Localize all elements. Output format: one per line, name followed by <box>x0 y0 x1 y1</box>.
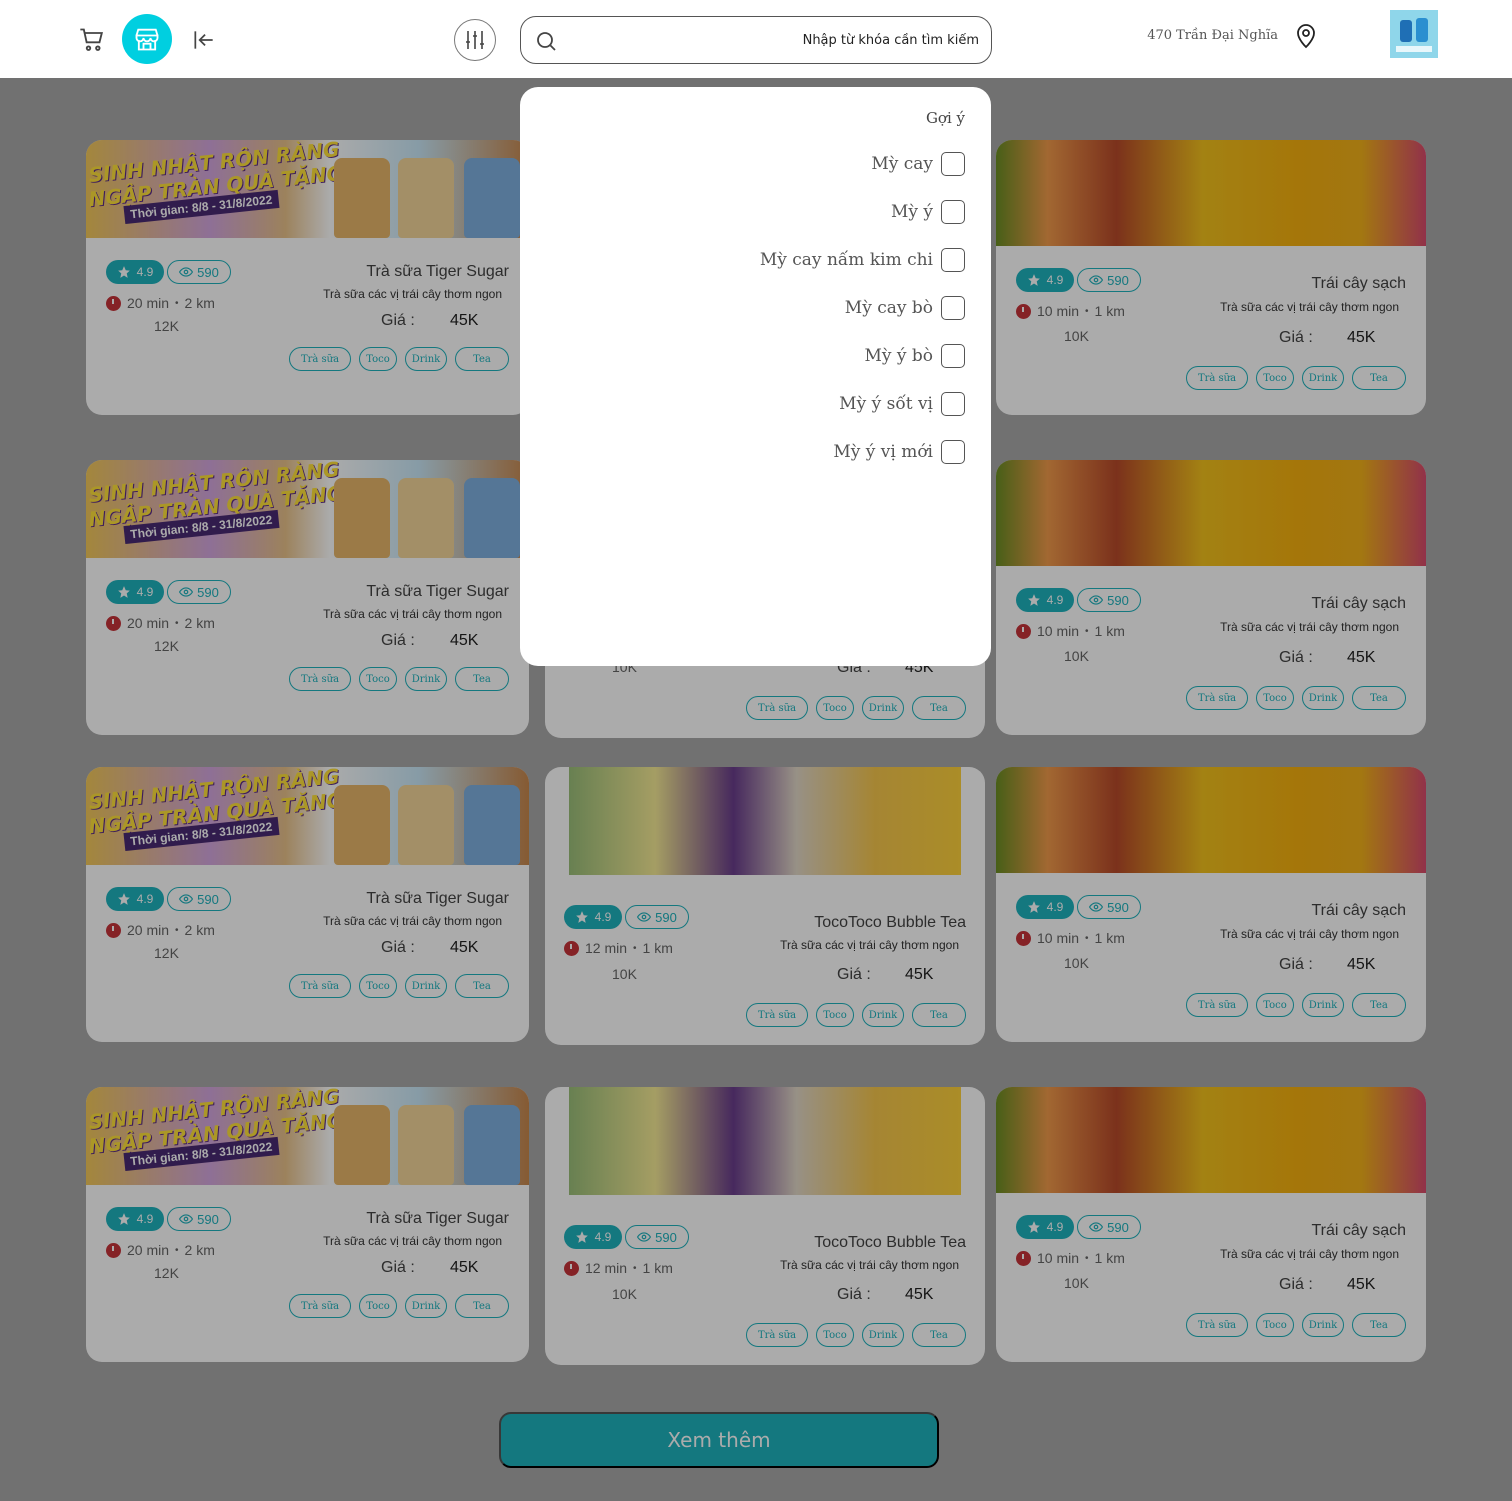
suggestion-label: Mỳ cay <box>871 154 933 174</box>
cart-icon[interactable] <box>76 24 108 56</box>
top-header: 470 Trần Đại Nghĩa <box>0 0 1512 78</box>
suggestion-label: Mỳ ý bò <box>864 346 933 366</box>
suggestion-dropdown: Gợi ý Mỳ cay Mỳ ý Mỳ cay nấm kim chi Mỳ cay… <box>520 87 991 666</box>
suggestion-label: Mỳ cay nấm kim chi <box>759 250 933 270</box>
suggestion-item[interactable]: Mỳ ý <box>891 200 965 224</box>
location-pin-icon[interactable] <box>1292 22 1320 50</box>
suggestion-title: Gợi ý <box>925 109 965 127</box>
search-input[interactable] <box>571 25 979 55</box>
suggestion-label: Mỳ ý vị mới <box>833 442 933 462</box>
suggestion-checkbox[interactable] <box>941 248 965 272</box>
avatar[interactable] <box>1390 10 1438 58</box>
store-icon[interactable] <box>122 14 172 64</box>
filter-icon[interactable] <box>454 19 496 61</box>
suggestion-checkbox[interactable] <box>941 296 965 320</box>
suggestion-item[interactable]: Mỳ cay <box>871 152 965 176</box>
delivery-address[interactable]: 470 Trần Đại Nghĩa <box>1100 28 1278 43</box>
suggestion-checkbox[interactable] <box>941 200 965 224</box>
suggestion-checkbox[interactable] <box>941 440 965 464</box>
suggestion-label: Mỳ ý <box>890 202 933 222</box>
suggestion-label: Mỳ cay bò <box>844 298 933 318</box>
suggestion-checkbox[interactable] <box>941 344 965 368</box>
logout-icon[interactable] <box>188 24 220 56</box>
suggestion-item[interactable]: Mỳ ý vị mới <box>833 440 965 464</box>
suggestion-item[interactable]: Mỳ ý sốt vị <box>839 392 965 416</box>
suggestion-item[interactable]: Mỳ cay nấm kim chi <box>760 248 965 272</box>
suggestion-checkbox[interactable] <box>941 392 965 416</box>
search-bar[interactable] <box>520 16 992 64</box>
search-icon[interactable] <box>534 29 558 53</box>
suggestion-label: Mỳ ý sốt vị <box>839 394 933 414</box>
suggestion-checkbox[interactable] <box>941 152 965 176</box>
suggestion-item[interactable]: Mỳ ý bò <box>864 344 965 368</box>
suggestion-item[interactable]: Mỳ cay bò <box>845 296 965 320</box>
